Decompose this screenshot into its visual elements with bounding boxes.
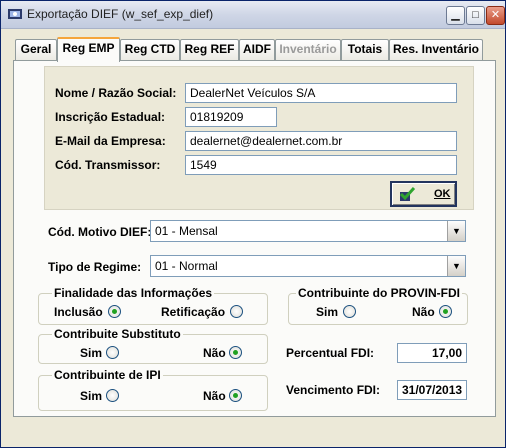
name-input[interactable]: DealerNet Veículos S/A xyxy=(185,83,457,103)
substituto-title: Contribuite Substituto xyxy=(52,327,183,341)
minimize-button[interactable]: ▁ xyxy=(446,6,465,25)
motivo-label: Cód. Motivo DIEF: xyxy=(48,225,152,239)
tab-reg-ref[interactable]: Reg REF xyxy=(180,39,239,60)
regime-select[interactable]: 01 - Normal ▼ xyxy=(150,255,466,277)
finalidade-retificacao-label: Retificação xyxy=(161,305,226,319)
vencimento-fdi-input[interactable]: 31/07/2013 xyxy=(397,380,467,400)
tab-totais[interactable]: Totais xyxy=(341,39,389,60)
ipi-nao-radio[interactable] xyxy=(229,389,242,402)
motivo-value: 01 - Mensal xyxy=(155,224,218,238)
company-group: Nome / Razão Social: DealerNet Veículos … xyxy=(44,66,474,210)
export-dief-window: Exportação DIEF (w_sef_exp_dief) ▁ □ ✕ G… xyxy=(0,0,506,448)
maximize-icon: □ xyxy=(472,9,479,21)
state-reg-label: Inscrição Estadual: xyxy=(55,110,166,124)
tab-aidf[interactable]: AIDF xyxy=(239,39,275,60)
ipi-title: Contribuinte de IPI xyxy=(52,368,163,382)
finalidade-retificacao-radio[interactable] xyxy=(230,305,243,318)
transmitter-label: Cód. Transmissor: xyxy=(55,158,161,172)
ok-label: OK xyxy=(434,188,451,200)
name-label: Nome / Razão Social: xyxy=(55,86,177,100)
provin-title: Contribuinte do PROVIN-FDI xyxy=(296,286,462,300)
regime-label: Tipo de Regime: xyxy=(48,260,142,274)
email-label: E-Mail da Empresa: xyxy=(55,134,166,148)
regime-value: 01 - Normal xyxy=(155,259,218,273)
finalidade-title: Finalidade das Informações xyxy=(52,286,215,300)
substituto-sim-label: Sim xyxy=(80,346,103,360)
provin-sim-radio[interactable] xyxy=(343,305,356,318)
transmitter-input[interactable]: 1549 xyxy=(185,155,457,175)
provin-nao-label: Não xyxy=(412,305,435,319)
ipi-sim-radio[interactable] xyxy=(106,389,119,402)
close-button[interactable]: ✕ xyxy=(486,6,505,25)
checkmark-icon xyxy=(399,186,416,201)
window-title: Exportação DIEF (w_sef_exp_dief) xyxy=(27,7,214,21)
ipi-sim-label: Sim xyxy=(80,389,103,403)
ok-button[interactable]: OK xyxy=(390,181,457,207)
vencimento-fdi-label: Vencimento FDI: xyxy=(286,383,381,397)
tab-inventario: Inventário xyxy=(275,39,341,60)
email-input[interactable]: dealernet@dealernet.com.br xyxy=(185,131,457,151)
maximize-button[interactable]: □ xyxy=(466,6,485,25)
minimize-icon: ▁ xyxy=(451,9,460,21)
tab-reg-emp[interactable]: Reg EMP xyxy=(57,37,120,62)
reg-emp-panel: Nome / Razão Social: DealerNet Veículos … xyxy=(13,60,496,417)
percentual-fdi-input[interactable]: 17,00 xyxy=(397,343,467,363)
tab-geral[interactable]: Geral xyxy=(15,39,57,60)
finalidade-inclusao-radio[interactable] xyxy=(108,305,121,318)
substituto-nao-radio[interactable] xyxy=(229,346,242,359)
finalidade-inclusao-label: Inclusão xyxy=(54,305,103,319)
percentual-fdi-label: Percentual FDI: xyxy=(286,346,375,360)
provin-nao-radio[interactable] xyxy=(439,305,452,318)
app-icon xyxy=(8,9,22,19)
substituto-sim-radio[interactable] xyxy=(106,346,119,359)
chevron-down-icon[interactable]: ▼ xyxy=(447,256,465,276)
motivo-select[interactable]: 01 - Mensal ▼ xyxy=(150,220,466,242)
title-bar[interactable]: Exportação DIEF (w_sef_exp_dief) ▁ □ ✕ xyxy=(1,1,505,29)
substituto-nao-label: Não xyxy=(203,346,226,360)
close-icon: ✕ xyxy=(490,9,501,21)
chevron-down-icon[interactable]: ▼ xyxy=(447,221,465,241)
tab-reg-ctd[interactable]: Reg CTD xyxy=(120,39,180,60)
state-reg-input[interactable]: 01819209 xyxy=(185,107,277,127)
tab-res-inventario[interactable]: Res. Inventário xyxy=(389,39,483,60)
ipi-nao-label: Não xyxy=(203,389,226,403)
provin-sim-label: Sim xyxy=(316,305,339,319)
